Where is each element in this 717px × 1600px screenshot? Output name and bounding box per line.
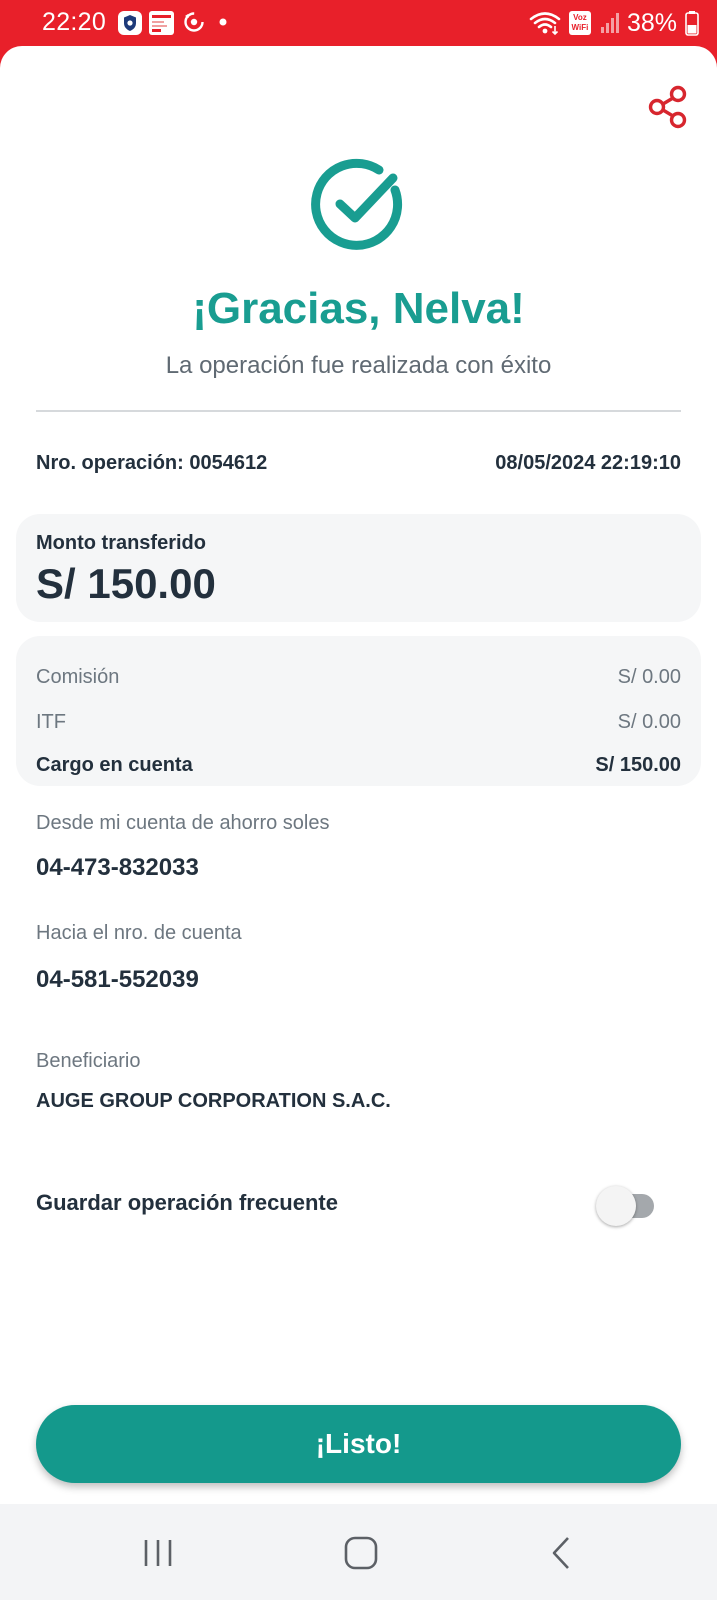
battery-icon — [685, 11, 699, 36]
voz-wifi-badge: Voz WiFi — [568, 11, 591, 35]
notification-dot-icon — [219, 18, 227, 26]
signal-icon — [600, 13, 619, 33]
back-button[interactable] — [537, 1528, 587, 1578]
save-frequent-toggle[interactable] — [596, 1186, 658, 1226]
fee-row-total-charge: Cargo en cuenta S/ 150.00 — [36, 754, 681, 780]
amount-card: Monto transferido S/ 150.00 — [16, 514, 701, 622]
to-account-label: Hacia el nro. de cuenta — [36, 922, 242, 944]
divider — [36, 410, 681, 412]
from-account-value: 04-473-832033 — [36, 854, 199, 881]
fee-label: ITF — [36, 711, 66, 733]
check-circle-icon — [311, 158, 403, 250]
amount-value: S/ 150.00 — [36, 560, 216, 607]
fees-card: Comisión S/ 0.00 ITF S/ 0.00 Cargo en cu… — [16, 636, 701, 786]
success-subtitle: La operación fue realizada con éxito — [165, 352, 552, 379]
sync-icon — [184, 12, 204, 32]
status-right-group: Voz WiFi 38% — [529, 8, 699, 38]
receipt-sheet: ¡Gracias, Nelva! La operación fue realiz… — [0, 46, 717, 1504]
recent-apps-icon — [144, 1540, 172, 1566]
done-button[interactable]: ¡Listo! — [36, 1405, 681, 1483]
share-button[interactable] — [647, 84, 689, 130]
fee-row-itf: ITF S/ 0.00 — [36, 711, 681, 737]
to-account-value: 04-581-552039 — [36, 966, 199, 993]
fee-label: Comisión — [36, 666, 120, 688]
fee-value: S/ 0.00 — [617, 711, 681, 733]
status-bar: 22:20 Voz WiFi 38% — [0, 0, 717, 46]
fee-row-commission: Comisión S/ 0.00 — [36, 666, 681, 692]
amount-label: Monto transferido — [36, 532, 206, 554]
navigation-bar — [0, 1504, 717, 1600]
from-account-label: Desde mi cuenta de ahorro soles — [36, 812, 330, 834]
home-button[interactable] — [336, 1528, 386, 1578]
calendar-app-icon — [149, 11, 174, 35]
fee-label: Cargo en cuenta — [36, 754, 193, 776]
thanks-title: ¡Gracias, Nelva! — [192, 284, 525, 333]
battery-percent: 38% — [626, 8, 677, 37]
wifi-icon — [529, 12, 561, 36]
share-icon — [648, 85, 687, 129]
fee-value: S/ 0.00 — [617, 666, 681, 688]
save-frequent-label: Guardar operación frecuente — [36, 1190, 338, 1215]
beneficiary-value: AUGE GROUP CORPORATION S.A.C. — [36, 1090, 391, 1112]
home-icon — [344, 1536, 378, 1570]
fee-value: S/ 150.00 — [595, 754, 681, 776]
recent-apps-button[interactable] — [133, 1528, 183, 1578]
operation-number: Nro. operación: 0054612 — [36, 452, 268, 474]
beneficiary-label: Beneficiario — [36, 1050, 141, 1072]
toggle-knob — [596, 1186, 636, 1226]
security-shield-icon — [118, 11, 142, 35]
operation-datetime: 08/05/2024 22:19:10 — [495, 452, 681, 474]
status-time: 22:20 — [42, 8, 107, 36]
back-icon — [552, 1537, 569, 1569]
